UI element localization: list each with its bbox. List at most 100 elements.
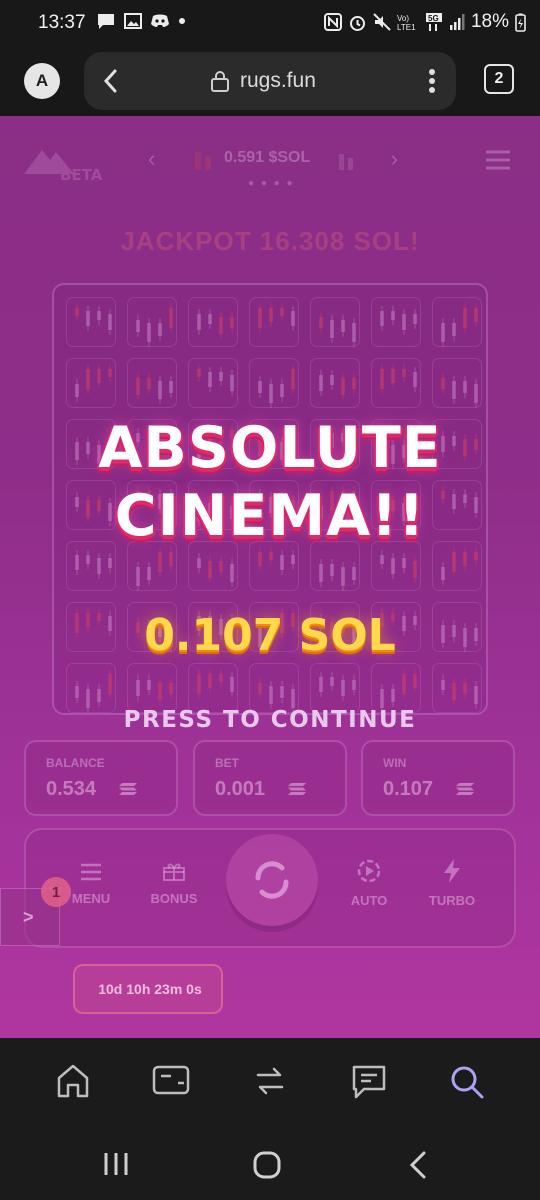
token-price: 0.591 $SOL bbox=[224, 149, 311, 166]
recents-icon[interactable] bbox=[102, 1150, 130, 1178]
reel-cell bbox=[371, 358, 421, 408]
system-icons: Vo) LTE1 5G 18% bbox=[323, 11, 526, 33]
reel-cell bbox=[249, 358, 299, 408]
alarm-icon bbox=[349, 15, 365, 31]
reel-cell bbox=[249, 663, 299, 713]
reel-cell bbox=[310, 663, 360, 713]
side-panel-toggle[interactable]: > 1 bbox=[0, 877, 71, 946]
menu-icon bbox=[81, 863, 101, 881]
sol-icon bbox=[119, 783, 137, 795]
win-value: 0.107 bbox=[383, 778, 434, 800]
hamburger-menu-icon[interactable] bbox=[484, 149, 512, 171]
battery-icon bbox=[515, 13, 526, 32]
address-bar[interactable]: rugs.fun bbox=[84, 52, 456, 110]
back-icon[interactable] bbox=[98, 66, 122, 96]
token-carousel[interactable]: ‹ 0.591 $SOL › ● ● ● ● bbox=[148, 146, 398, 189]
reel-cell bbox=[127, 358, 177, 408]
notification-badge: 1 bbox=[41, 877, 71, 907]
message-icon bbox=[98, 14, 114, 29]
reel-cell bbox=[432, 358, 482, 408]
gallery-icon bbox=[124, 13, 142, 29]
press-to-continue[interactable]: PRESS TO CONTINUE bbox=[0, 707, 540, 733]
more-icon[interactable] bbox=[428, 68, 436, 94]
dot-icon bbox=[179, 18, 185, 24]
volte-icon: Vo)LTE1 bbox=[397, 14, 416, 32]
headline-line1: ABSOLUTE bbox=[98, 415, 442, 481]
carousel-dots: ● ● ● ● bbox=[248, 178, 295, 189]
menu-label: MENU bbox=[71, 891, 111, 906]
search-icon[interactable] bbox=[448, 1063, 486, 1101]
carousel-next-icon[interactable]: › bbox=[391, 146, 398, 172]
balance-box: BALANCE 0.534 bbox=[24, 740, 178, 816]
system-nav-bar bbox=[0, 1128, 540, 1200]
win-box: WIN 0.107 bbox=[361, 740, 515, 816]
svg-text:LTE1: LTE1 bbox=[397, 23, 416, 32]
reel-cell bbox=[127, 663, 177, 713]
win-label: WIN bbox=[383, 756, 407, 770]
bonus-button[interactable]: BONUS bbox=[142, 860, 206, 906]
reel-cell bbox=[310, 358, 360, 408]
expand-arrow-icon: > bbox=[23, 907, 34, 927]
reel-cell bbox=[310, 297, 360, 347]
browser-bottom-nav bbox=[0, 1038, 540, 1128]
site-logo[interactable]: BETA bbox=[20, 144, 110, 184]
gift-icon bbox=[163, 863, 185, 881]
autoplay-icon bbox=[357, 859, 381, 883]
balance-label: BALANCE bbox=[46, 756, 105, 770]
bet-label: BET bbox=[215, 756, 239, 770]
reel-cell bbox=[371, 663, 421, 713]
spin-button[interactable] bbox=[226, 834, 318, 926]
reel-cell bbox=[371, 297, 421, 347]
auto-label: AUTO bbox=[350, 893, 388, 908]
chat-icon[interactable] bbox=[350, 1063, 388, 1101]
svg-text:5G: 5G bbox=[428, 14, 439, 23]
carousel-prev-icon[interactable]: ‹ bbox=[148, 146, 155, 172]
reel-cell bbox=[188, 358, 238, 408]
discord-icon bbox=[151, 14, 169, 27]
menu-button[interactable]: MENU bbox=[66, 862, 116, 906]
reel-cell bbox=[66, 358, 116, 408]
tab-switcher-button[interactable]: 2 bbox=[484, 64, 514, 94]
turbo-button[interactable]: TURBO bbox=[424, 858, 480, 908]
reel-cell bbox=[66, 663, 116, 713]
sol-icon bbox=[288, 783, 306, 795]
reel-cell bbox=[66, 297, 116, 347]
logo-beta-text: BETA bbox=[60, 166, 103, 184]
web-content[interactable]: BETA ‹ 0.591 $SOL › ● ● ● ● JACKPOT 16.3… bbox=[0, 116, 540, 1038]
reel-cell bbox=[127, 297, 177, 347]
win-headline[interactable]: ABSOLUTE CINEMA!! bbox=[0, 414, 540, 551]
countdown-timer[interactable]: 10d 10h 23m 0s bbox=[73, 964, 223, 1014]
price-chart-icon bbox=[195, 152, 211, 170]
home-circle-icon[interactable] bbox=[252, 1150, 282, 1180]
wallet-icon[interactable] bbox=[152, 1063, 190, 1097]
swap-icon[interactable] bbox=[252, 1063, 288, 1099]
reel-cell bbox=[188, 297, 238, 347]
notification-icons bbox=[96, 12, 186, 30]
price-chart-icon-2 bbox=[339, 154, 353, 170]
account-avatar[interactable]: A bbox=[24, 63, 60, 99]
lock-icon bbox=[211, 71, 229, 92]
reel-cell bbox=[188, 663, 238, 713]
clock: 13:37 bbox=[38, 12, 86, 33]
svg-text:Vo): Vo) bbox=[397, 14, 409, 23]
home-icon[interactable] bbox=[56, 1063, 90, 1099]
url-text[interactable]: rugs.fun bbox=[240, 69, 316, 93]
headline-line2: CINEMA!! bbox=[114, 483, 426, 550]
back-chevron-icon[interactable] bbox=[406, 1150, 430, 1180]
bet-value: 0.001 bbox=[215, 778, 266, 800]
sol-icon bbox=[456, 783, 474, 795]
balance-value: 0.534 bbox=[46, 778, 97, 800]
bet-box[interactable]: BET 0.001 bbox=[193, 740, 347, 816]
jackpot-banner: JACKPOT 16.308 SOL! bbox=[120, 226, 420, 256]
bonus-label: BONUS bbox=[150, 891, 198, 906]
status-bar: 13:37 Vo) LTE1 5G 18% bbox=[0, 0, 540, 46]
turbo-label: TURBO bbox=[428, 893, 476, 908]
win-amount: 0.107 SOL bbox=[144, 610, 396, 661]
spin-icon bbox=[255, 861, 289, 899]
reel-cell bbox=[432, 663, 482, 713]
control-panel: MENU BONUS AUTO TURBO bbox=[24, 828, 516, 948]
5g-icon: 5G bbox=[425, 13, 442, 31]
reel-cell bbox=[249, 297, 299, 347]
mute-icon bbox=[373, 13, 391, 31]
auto-button[interactable]: AUTO bbox=[344, 858, 394, 908]
